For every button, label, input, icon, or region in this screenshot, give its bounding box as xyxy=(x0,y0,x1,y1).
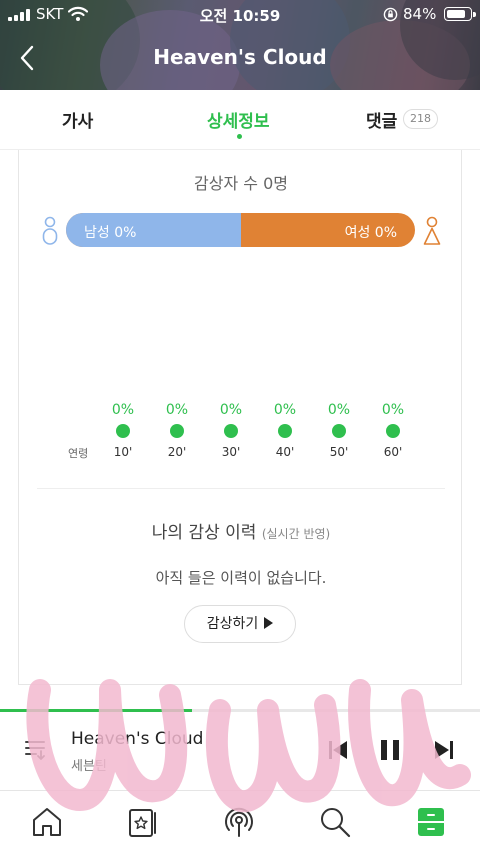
page-title: Heaven's Cloud xyxy=(153,45,327,69)
tab-comments[interactable]: 댓글 xyxy=(366,107,397,132)
history-title: 나의 감상 이력 (실시간 반영) xyxy=(19,518,463,543)
tab-lyrics[interactable]: 가사 xyxy=(62,107,93,132)
age-group-label: 10' xyxy=(113,445,133,459)
age-group-dot xyxy=(170,424,184,438)
age-group-percent: 0% xyxy=(111,402,135,418)
next-icon[interactable] xyxy=(432,738,456,762)
age-group-dot xyxy=(332,424,346,438)
female-ratio-label: 여성 0% xyxy=(344,225,397,241)
age-group-percent: 0% xyxy=(219,402,243,418)
age-group-label: 20' xyxy=(167,445,187,459)
previous-icon[interactable] xyxy=(326,738,350,762)
queue-icon[interactable] xyxy=(24,738,52,762)
pause-icon[interactable] xyxy=(378,738,402,762)
age-group: 0% 40' xyxy=(265,402,305,459)
listener-count: 감상자 수 0명 xyxy=(194,174,288,193)
details-card: 감상자 수 0명 남성 0% 여성 0% 연령 0% 10' 0% 20' 0% 30' 0… xyxy=(18,150,462,685)
gender-ratio-bar: 남성 0% 여성 0% xyxy=(66,213,415,247)
history-subtitle: (실시간 반영) xyxy=(261,527,331,541)
rotation-lock-icon xyxy=(383,7,398,22)
age-group-label: 40' xyxy=(275,445,295,459)
age-group-dot xyxy=(224,424,238,438)
male-ratio-label: 남성 0% xyxy=(84,225,137,241)
drawer-icon[interactable] xyxy=(414,805,448,839)
battery-icon xyxy=(444,7,476,21)
player-track-title: Heaven's Cloud xyxy=(71,729,204,749)
battery-percent: 84% xyxy=(403,5,437,23)
bottom-nav xyxy=(0,790,480,854)
history-heading: 나의 감상 이력 xyxy=(151,523,257,543)
empty-history-message: 아직 들은 이력이 없습니다. xyxy=(155,569,327,587)
age-group-percent: 0% xyxy=(327,402,351,418)
age-group: 0% 60' xyxy=(373,402,413,459)
age-group-label: 50' xyxy=(329,445,349,459)
age-group-label: 30' xyxy=(221,445,241,459)
age-group-dot xyxy=(116,424,130,438)
podcast-icon[interactable] xyxy=(222,805,256,839)
age-group-percent: 0% xyxy=(273,402,297,418)
mini-player[interactable]: Heaven's Cloud 세븐틴 xyxy=(0,712,480,790)
age-group-label: 60' xyxy=(383,445,403,459)
age-group: 0% 20' xyxy=(157,402,197,459)
home-icon[interactable] xyxy=(30,805,64,839)
age-group-percent: 0% xyxy=(165,402,189,418)
divider xyxy=(37,488,445,489)
status-bar: SKT 오전 10:59 84% xyxy=(0,0,480,30)
tab-bar: 가사 상세정보 댓글 218 xyxy=(0,90,480,150)
my-music-icon[interactable] xyxy=(126,805,160,839)
listen-button-label: 감상하기 xyxy=(206,616,259,632)
age-label: 연령 xyxy=(68,447,89,460)
listen-button[interactable]: 감상하기 xyxy=(184,605,296,643)
age-group-dot xyxy=(278,424,292,438)
nav-bar: Heaven's Cloud xyxy=(0,30,480,86)
search-icon[interactable] xyxy=(318,805,352,839)
age-group-dot xyxy=(386,424,400,438)
player-artist: 세븐틴 xyxy=(71,759,107,774)
active-tab-indicator xyxy=(237,134,242,139)
male-icon xyxy=(42,216,58,245)
age-group: 0% 30' xyxy=(211,402,251,459)
tab-details[interactable]: 상세정보 xyxy=(207,107,270,132)
album-art-header: SKT 오전 10:59 84% Heaven's Cloud xyxy=(0,0,480,90)
age-group: 0% 10' xyxy=(103,402,143,459)
age-group-percent: 0% xyxy=(381,402,405,418)
play-icon xyxy=(264,617,274,629)
female-icon xyxy=(423,216,441,245)
comment-count-badge: 218 xyxy=(403,109,438,129)
age-group: 0% 50' xyxy=(319,402,359,459)
